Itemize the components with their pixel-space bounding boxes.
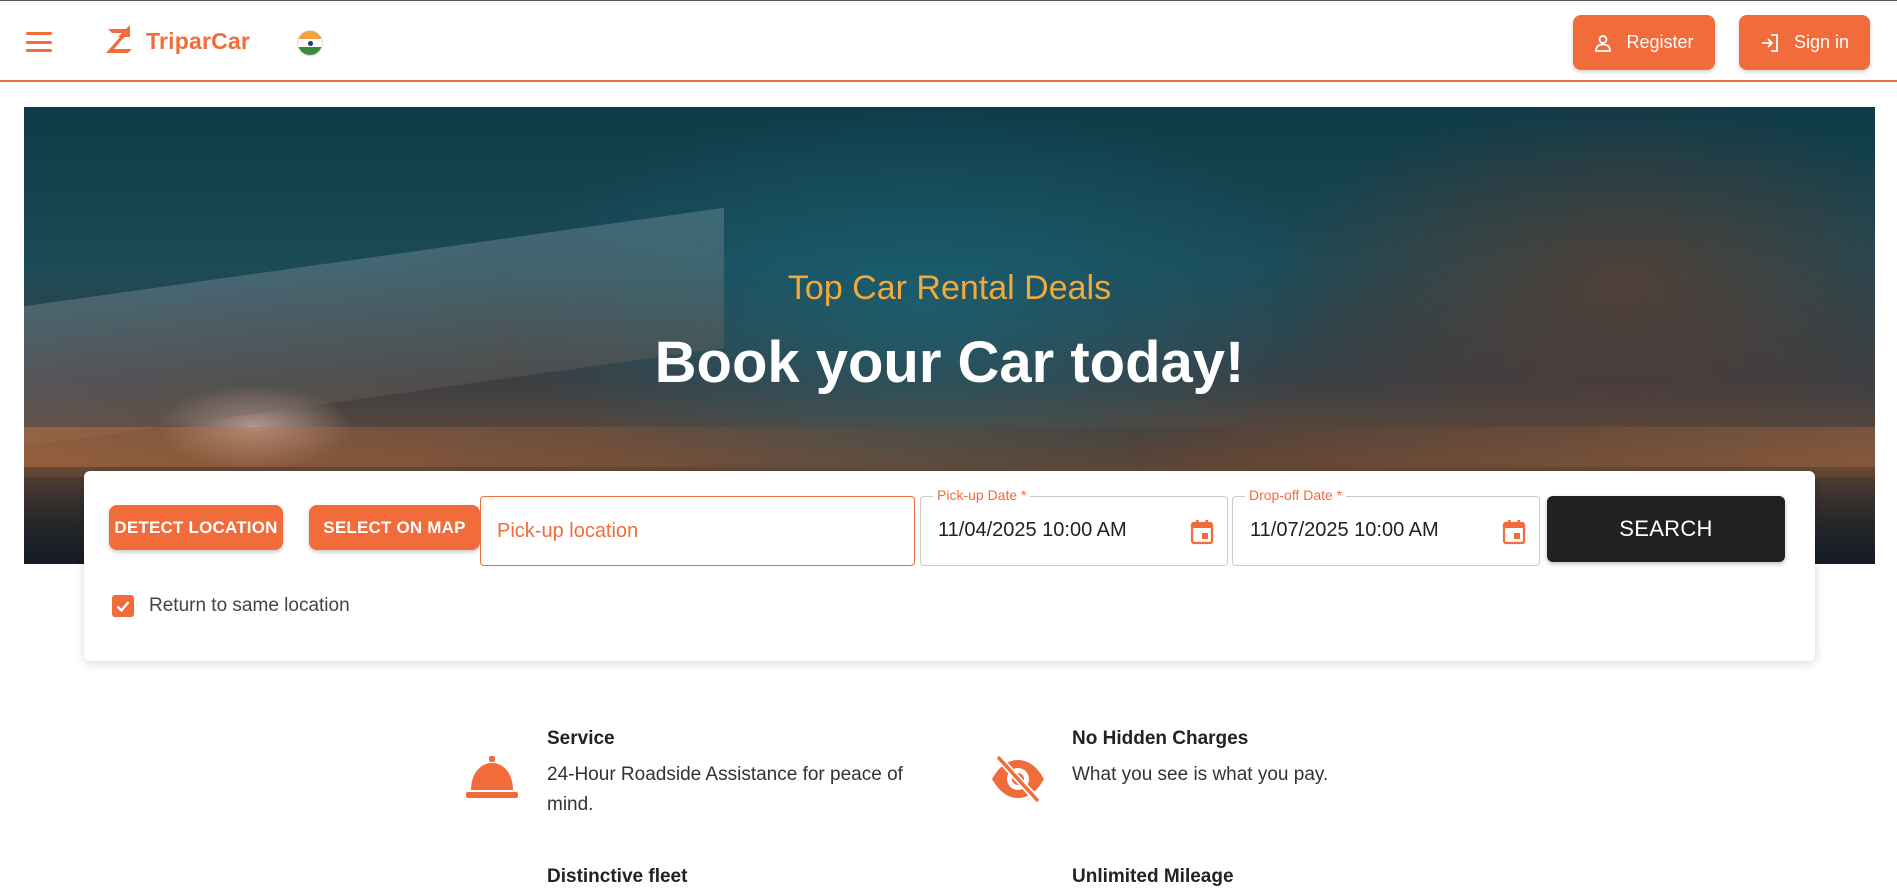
register-label: Register (1626, 32, 1694, 52)
logo-mark-icon (106, 25, 132, 53)
brand-logo[interactable]: TriparCar (104, 25, 250, 57)
search-card: DETECT LOCATION SELECT ON MAP Pick-up Da… (84, 471, 1815, 661)
return-same-location-checkbox[interactable] (112, 595, 134, 617)
dropoff-date-field[interactable]: Drop-off Date * 11/07/2025 10:00 AM (1232, 487, 1540, 566)
pickup-date-value: 11/04/2025 10:00 AM (938, 519, 1127, 541)
pickup-location-input[interactable] (480, 496, 915, 566)
feature-title: Distinctive fleet (547, 866, 688, 887)
register-button[interactable]: Register (1573, 15, 1715, 70)
service-bell-icon (466, 756, 518, 798)
feature-title: Service (547, 728, 615, 749)
feature-description: What you see is what you pay. (1072, 764, 1329, 785)
pickup-date-label: Pick-up Date * (933, 487, 1031, 503)
pickup-date-field[interactable]: Pick-up Date * 11/04/2025 10:00 AM (920, 487, 1228, 566)
hero-title: Book your Car today! (654, 330, 1245, 395)
calendar-icon[interactable] (1502, 519, 1526, 545)
return-same-location-row: Return to same location (112, 595, 350, 617)
dropoff-date-label: Drop-off Date * (1245, 487, 1347, 503)
feature-title: Unlimited Mileage (1072, 866, 1234, 887)
eye-off-icon (992, 754, 1044, 804)
feature-description: 24-Hour Roadside Assistance for peace of… (547, 764, 903, 815)
sign-in-label: Sign in (1793, 32, 1850, 52)
india-flag-icon[interactable] (297, 30, 323, 56)
return-same-location-label: Return to same location (149, 595, 350, 616)
menu-icon[interactable] (24, 29, 54, 55)
login-icon (1761, 33, 1778, 52)
sign-in-button[interactable]: Sign in (1739, 15, 1870, 70)
select-on-map-button[interactable]: SELECT ON MAP (309, 505, 480, 550)
detect-location-button[interactable]: DETECT LOCATION (109, 505, 283, 550)
top-app-bar: TriparCar Register Sign in (0, 1, 1897, 82)
hero-subtitle: Top Car Rental Deals (787, 269, 1112, 307)
feature-title: No Hidden Charges (1072, 728, 1249, 749)
check-icon (116, 601, 130, 613)
calendar-icon[interactable] (1190, 519, 1214, 545)
search-button[interactable]: SEARCH (1547, 496, 1785, 562)
brand-name: TriparCar (146, 27, 251, 54)
user-icon (1595, 34, 1612, 52)
dropoff-date-value: 11/07/2025 10:00 AM (1250, 519, 1439, 541)
